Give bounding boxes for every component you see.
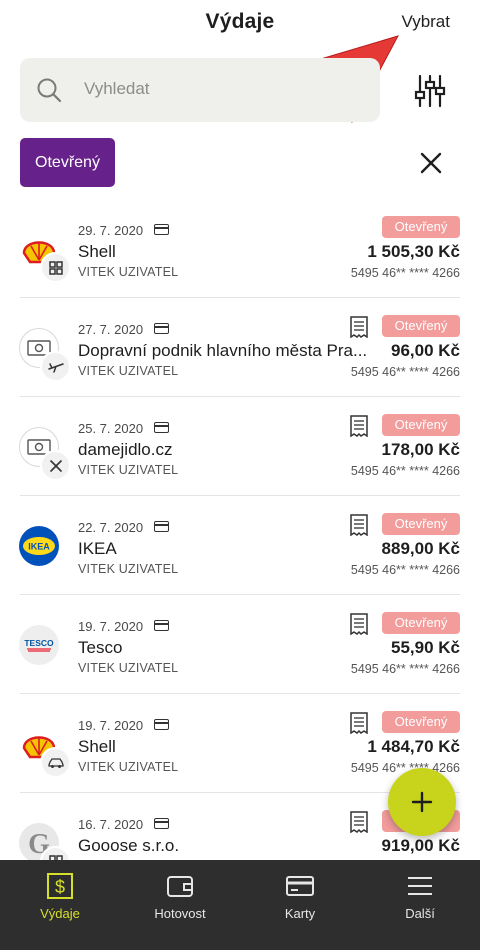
- search-placeholder: Vyhledat: [84, 79, 150, 98]
- select-button[interactable]: Vybrat: [401, 12, 450, 32]
- transaction-amount: 55,90 Kč: [391, 638, 460, 657]
- svg-text:TESCO: TESCO: [24, 638, 54, 648]
- receipt-icon[interactable]: [349, 316, 369, 338]
- close-icon[interactable]: [418, 150, 444, 176]
- nav-label: Další: [405, 906, 435, 921]
- card-number: 5495 46** **** 4266: [350, 365, 460, 379]
- user-name: VITEK UZIVATEL: [78, 760, 179, 774]
- plane-icon: [42, 353, 69, 380]
- receipt-icon[interactable]: [349, 613, 369, 635]
- transaction-date: 22. 7. 2020: [78, 520, 144, 535]
- nav-label: Hotovost: [154, 906, 206, 921]
- merchant-name: Gooose s.r.o.: [78, 836, 180, 855]
- user-name: VITEK UZIVATEL: [78, 463, 179, 477]
- nav-label: Výdaje: [40, 906, 80, 921]
- merchant-name: Shell: [78, 242, 116, 261]
- search-input[interactable]: Vyhledat: [20, 58, 380, 122]
- transaction-row[interactable]: 27. 7. 2020 Dopravní podnik hlavního měs…: [0, 298, 480, 397]
- wallet-icon: [167, 876, 193, 897]
- transaction-row[interactable]: TESCO 19. 7. 2020 Tesco VITEK UZIVATEL O…: [0, 595, 480, 694]
- transaction-row[interactable]: 29. 7. 2020 Shell VITEK UZIVATEL Otevřen…: [0, 199, 480, 298]
- status-badge: Otevřený: [382, 513, 460, 535]
- merchant-name: IKEA: [78, 539, 117, 558]
- card-icon: [154, 620, 169, 631]
- receipt-icon[interactable]: [349, 514, 369, 536]
- cutlery-icon: [42, 452, 69, 479]
- sliders-icon[interactable]: [414, 74, 446, 108]
- card-icon: [154, 719, 169, 730]
- transaction-date: 25. 7. 2020: [78, 421, 144, 436]
- transaction-row[interactable]: 25. 7. 2020 damejidlo.cz VITEK UZIVATEL …: [0, 397, 480, 496]
- nav-item-cards[interactable]: Karty: [240, 860, 360, 950]
- card-icon: [286, 876, 314, 896]
- filter-chip-open[interactable]: Otevřený: [20, 138, 115, 187]
- transaction-amount: 1 484,70 Kč: [367, 737, 460, 756]
- receipt-icon[interactable]: [349, 712, 369, 734]
- merchant-name: damejidlo.cz: [78, 440, 173, 459]
- user-name: VITEK UZIVATEL: [78, 364, 179, 378]
- transaction-amount: 1 505,30 Kč: [367, 242, 460, 261]
- merchant-name: Tesco: [78, 638, 123, 657]
- user-name: VITEK UZIVATEL: [78, 265, 179, 279]
- bottom-navigation: $ Výdaje Hotovost Karty Další: [0, 860, 480, 950]
- grid-icon: [42, 254, 69, 281]
- receipt-icon[interactable]: [349, 811, 369, 833]
- merchant-name: Shell: [78, 737, 116, 756]
- menu-icon: [408, 877, 432, 895]
- card-icon: [154, 323, 169, 334]
- card-icon: [154, 818, 169, 829]
- user-name: VITEK UZIVATEL: [78, 661, 179, 675]
- merchant-name: Dopravní podnik hlavního města Pra...: [78, 341, 368, 360]
- transaction-amount: 96,00 Kč: [391, 341, 460, 360]
- tesco-logo: TESCO: [19, 625, 59, 665]
- card-icon: [154, 521, 169, 532]
- dollar-icon: $: [47, 873, 73, 899]
- card-number: 5495 46** **** 4266: [350, 662, 460, 676]
- ikea-logo: IKEA: [19, 526, 59, 566]
- nav-item-cash[interactable]: Hotovost: [120, 860, 240, 950]
- transaction-list: 29. 7. 2020 Shell VITEK UZIVATEL Otevřen…: [0, 199, 480, 860]
- card-number: 5495 46** **** 4266: [350, 464, 460, 478]
- transaction-amount: 178,00 Kč: [381, 440, 460, 459]
- transaction-date: 19. 7. 2020: [78, 718, 144, 733]
- transaction-date: 29. 7. 2020: [78, 223, 144, 238]
- car-icon: [42, 749, 69, 776]
- receipt-icon[interactable]: [349, 415, 369, 437]
- card-icon: [154, 422, 169, 433]
- status-badge: Otevřený: [382, 711, 460, 733]
- transaction-date: 27. 7. 2020: [78, 322, 144, 337]
- status-badge: Otevřený: [382, 216, 460, 238]
- transaction-amount: 919,00 Kč: [381, 836, 460, 855]
- status-badge: Otevřený: [382, 612, 460, 634]
- svg-text:IKEA: IKEA: [28, 542, 50, 552]
- transaction-amount: 889,00 Kč: [381, 539, 460, 558]
- card-number: 5495 46** **** 4266: [350, 563, 460, 577]
- user-name: VITEK UZIVATEL: [78, 562, 179, 576]
- add-expense-button[interactable]: [388, 768, 456, 836]
- transaction-row[interactable]: IKEA 22. 7. 2020 IKEA VITEK UZIVATEL Ote…: [0, 496, 480, 595]
- plus-icon: [411, 791, 433, 813]
- status-badge: Otevřený: [382, 414, 460, 436]
- transaction-date: 16. 7. 2020: [78, 817, 144, 832]
- nav-label: Karty: [284, 906, 316, 921]
- status-badge: Otevřený: [382, 315, 460, 337]
- search-icon: [37, 78, 62, 103]
- card-number: 5495 46** **** 4266: [350, 266, 460, 280]
- card-icon: [154, 224, 169, 235]
- svg-text:$: $: [55, 877, 65, 897]
- nav-item-more[interactable]: Další: [360, 860, 480, 950]
- transaction-date: 19. 7. 2020: [78, 619, 144, 634]
- nav-item-expenses[interactable]: $ Výdaje: [0, 860, 120, 950]
